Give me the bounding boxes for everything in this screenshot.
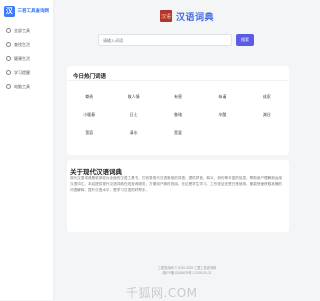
hot-word-link[interactable]: 小暖春 — [67, 112, 111, 118]
page-header: 汉语 汉语词典 — [54, 9, 320, 23]
hot-word-link[interactable]: 尊贵 — [67, 94, 111, 100]
hot-word-link[interactable]: 故人情 — [111, 94, 155, 100]
sidebar-item-label: 电脑工具 — [14, 83, 30, 89]
brand-logo-icon: 汉 — [4, 5, 15, 17]
circle-icon — [6, 42, 11, 47]
watermark: 千狐网.COM — [126, 286, 198, 300]
sidebar-item-study[interactable]: 学习提醒 — [0, 67, 53, 78]
hot-words-grid: 尊贵 故人情 有害 恭谨 成家 小暖春 日土 鲁瑰 辛酸 渊谷 宽容 清水 宽爱 — [67, 81, 289, 136]
sidebar-item-label: 学习提醒 — [14, 69, 30, 75]
heart-icon — [6, 56, 11, 61]
book-icon — [6, 70, 11, 75]
hot-word-link[interactable]: 辛酸 — [200, 112, 244, 118]
hot-word-link[interactable]: 成家 — [245, 94, 289, 100]
brand[interactable]: 汉 三君工具查询网 — [0, 0, 53, 22]
about-card: 关于现代汉语词典 现代汉语词典是收录较为全面的汉语工具书，它收录现代汉语常用的词… — [67, 160, 289, 232]
sidebar-item-label: 全部工具 — [14, 27, 30, 33]
search-bar: 搜索 — [98, 34, 254, 46]
sidebar-item-life-lookup[interactable]: 查找生活 — [0, 39, 53, 50]
footer-icp[interactable]: 湘ICP备12345678号-2 2025-05-21 — [54, 271, 320, 276]
footer: 三君查询网 © 2019-2025 三君工具查询网 湘ICP备12345678号… — [54, 266, 320, 276]
sidebar-item-label: 查找生活 — [14, 41, 30, 47]
main-content: 汉语 汉语词典 搜索 今日热门词语 尊贵 故人情 有害 恭谨 成家 小暖春 日土… — [54, 0, 320, 300]
dictionary-logo: 汉语 — [159, 10, 172, 22]
hot-word-link[interactable]: 日土 — [111, 112, 155, 118]
sidebar: 汉 三君工具查询网 全部工具 查找生活 健康生活 学习提醒 电脑工具 — [0, 0, 54, 300]
about-title: 关于现代汉语词典 — [70, 169, 122, 176]
monitor-icon — [6, 84, 11, 89]
grid-icon — [6, 28, 11, 33]
sidebar-item-all-tools[interactable]: 全部工具 — [0, 25, 53, 36]
hot-word-link[interactable]: 恭谨 — [200, 94, 244, 100]
hot-word-link[interactable]: 有害 — [156, 94, 200, 100]
sidebar-item-label: 健康生活 — [14, 55, 30, 61]
sidebar-item-health[interactable]: 健康生活 — [0, 53, 53, 64]
about-text: 现代汉语词典是收录较为全面的汉语工具书，它收录现代汉语常用的词语，提供拼音、释义… — [70, 176, 283, 192]
sidebar-item-computer-tools[interactable]: 电脑工具 — [0, 81, 53, 92]
brand-name: 三君工具查询网 — [17, 8, 50, 13]
hot-word-link[interactable]: 清水 — [111, 130, 155, 136]
search-input[interactable] — [98, 34, 232, 46]
hot-word-link[interactable]: 鲁瑰 — [156, 112, 200, 118]
hot-words-title: 今日热门词语 — [67, 66, 289, 81]
hot-word-link[interactable]: 渊谷 — [245, 112, 289, 118]
hot-word-link[interactable]: 宽爱 — [156, 130, 200, 136]
hot-words-card: 今日热门词语 尊贵 故人情 有害 恭谨 成家 小暖春 日土 鲁瑰 辛酸 渊谷 宽… — [67, 66, 289, 155]
search-button[interactable]: 搜索 — [236, 34, 254, 46]
hot-word-link[interactable]: 宽容 — [67, 130, 111, 136]
page-title: 汉语词典 — [175, 11, 214, 22]
